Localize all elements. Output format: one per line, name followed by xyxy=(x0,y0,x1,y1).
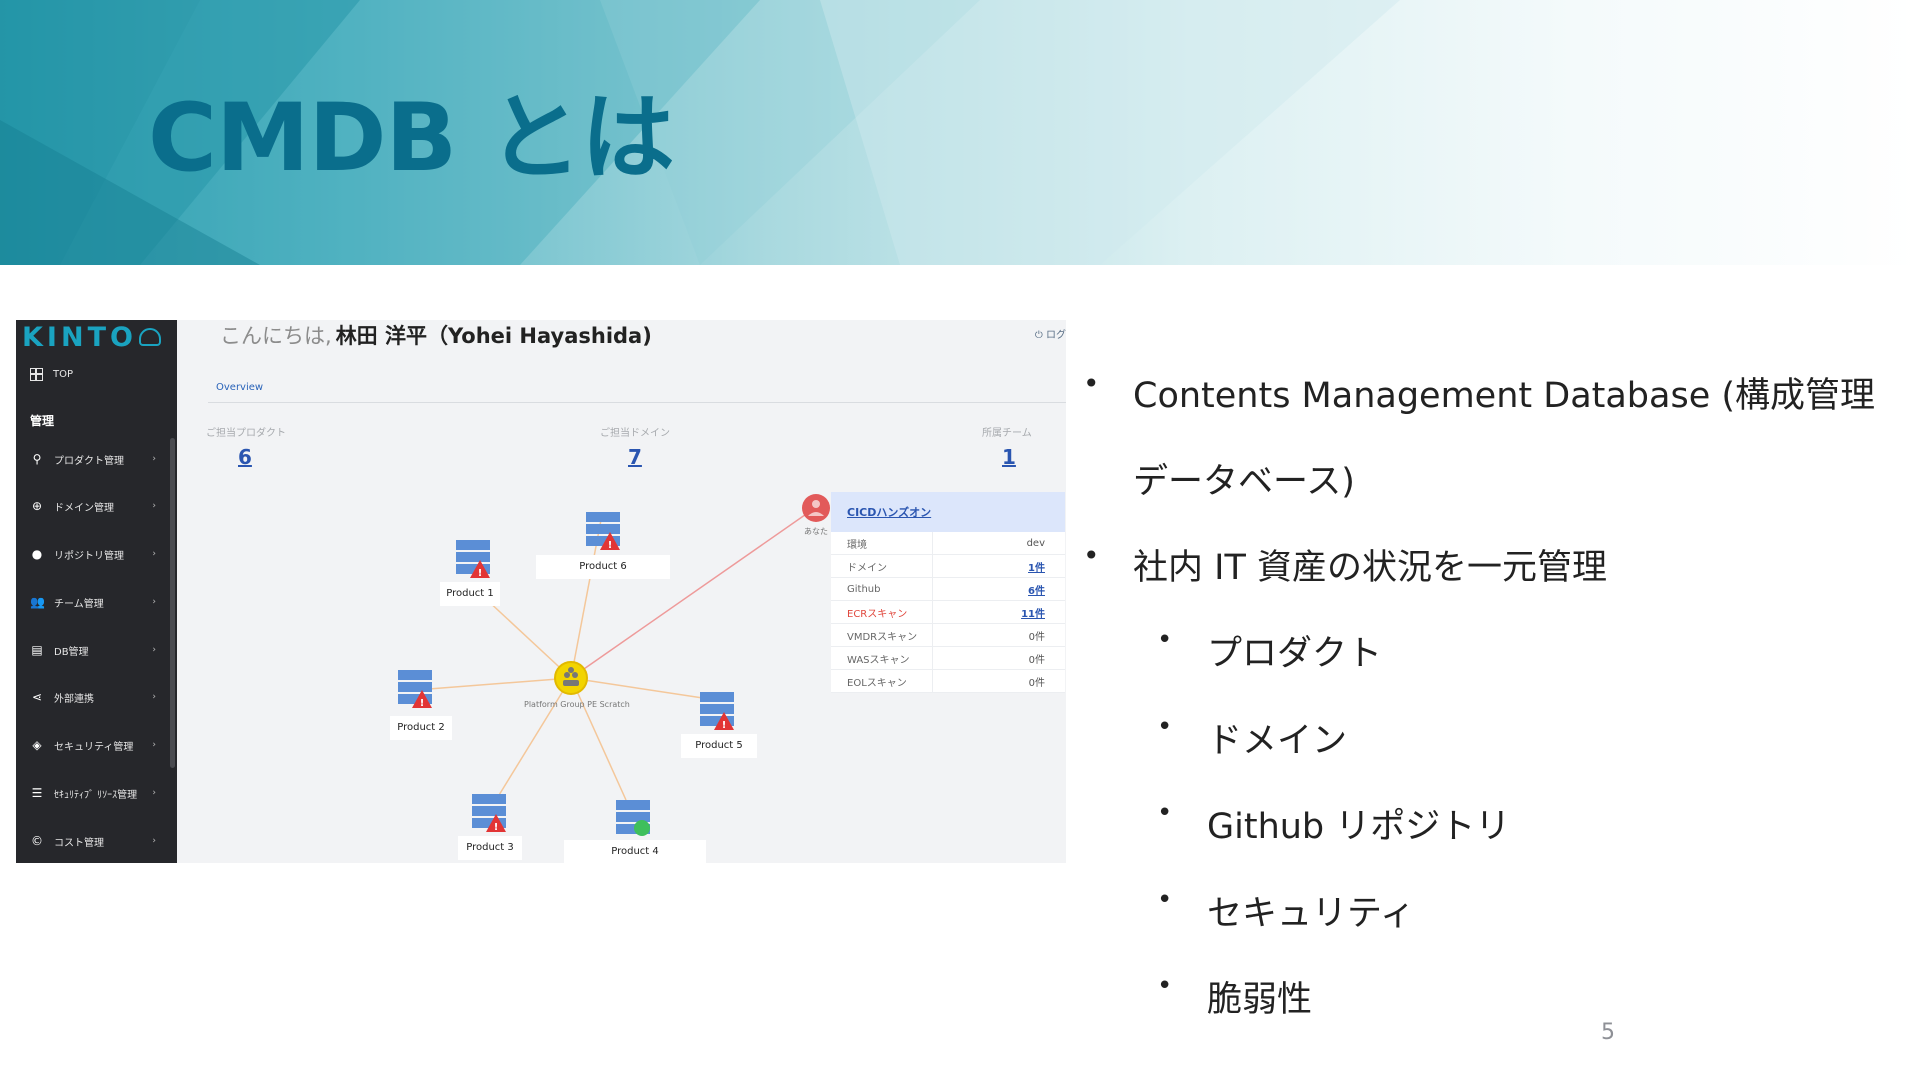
info-row: VMDRスキャン 0件 xyxy=(831,624,1065,647)
product-info-panel: CICDハンズオン 環境 dev ドメイン 1件 Github 6件 ECRスキャン 1… xyxy=(831,492,1065,693)
title-banner: CMDB とは xyxy=(0,0,1920,265)
svg-text:!: ! xyxy=(494,822,499,833)
bullet-dot-icon: • xyxy=(1083,367,1100,400)
product-node-label[interactable]: Product 6 xyxy=(536,555,670,579)
bullet-dot-icon: • xyxy=(1157,798,1173,828)
svg-text:!: ! xyxy=(608,540,613,551)
cmdb-app-screenshot: KINTO TOP 管理 ⚲ プロダクト管理 › ⊕ ドメイン管理 › ● リポジト… xyxy=(16,320,1066,863)
page-number: 5 xyxy=(1601,1020,1615,1045)
svg-text:!: ! xyxy=(478,568,483,579)
user-avatar-icon[interactable] xyxy=(802,494,830,522)
info-row: ECRスキャン 11件 xyxy=(831,601,1065,624)
graph-edge-you xyxy=(570,509,813,679)
info-row: WASスキャン 0件 xyxy=(831,647,1065,670)
server-icon[interactable]: ! xyxy=(472,794,506,833)
server-icon[interactable] xyxy=(616,800,650,836)
server-icon[interactable]: ! xyxy=(456,540,490,579)
product-node-label[interactable]: Product 4 xyxy=(564,840,706,863)
info-row: EOLスキャン 0件 xyxy=(831,670,1065,693)
server-icon[interactable]: ! xyxy=(398,670,432,709)
bullet-dot-icon: • xyxy=(1157,885,1173,915)
svg-text:!: ! xyxy=(420,698,425,709)
product-node-label[interactable]: Product 1 xyxy=(440,582,500,606)
hub-node[interactable] xyxy=(554,661,588,695)
info-row: ドメイン 1件 xyxy=(831,555,1065,578)
info-row: 環境 dev xyxy=(831,532,1065,555)
product-info-title[interactable]: CICDハンズオン xyxy=(831,492,1065,532)
info-row: Github 6件 xyxy=(831,578,1065,601)
slide-title: CMDB とは xyxy=(148,84,675,193)
bullet-dot-icon: • xyxy=(1157,971,1173,1001)
server-icon[interactable]: ! xyxy=(586,512,620,551)
svg-text:!: ! xyxy=(722,720,727,731)
you-label: あなた xyxy=(804,527,828,536)
server-icon[interactable]: ! xyxy=(700,692,734,731)
hub-label: Platform Group PE Scratch xyxy=(524,700,630,709)
bullet-dot-icon: • xyxy=(1157,712,1173,742)
product-node-label[interactable]: Product 5 xyxy=(681,734,757,758)
product-node-label[interactable]: Product 2 xyxy=(390,716,452,740)
bullet-dot-icon: • xyxy=(1083,539,1100,572)
bullet-dot-icon: • xyxy=(1157,625,1173,655)
product-node-label[interactable]: Product 3 xyxy=(458,836,522,860)
